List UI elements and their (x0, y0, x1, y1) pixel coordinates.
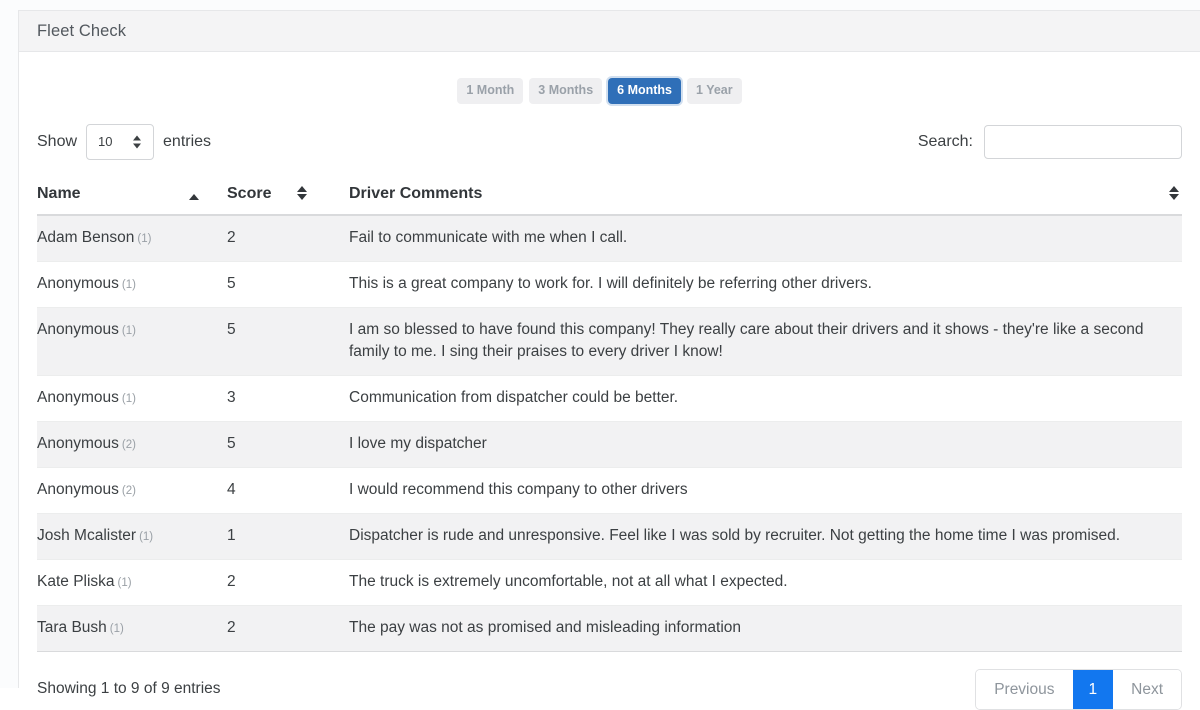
entries-label: entries (163, 132, 212, 150)
page-length-select[interactable]: 10 (86, 123, 155, 160)
table-row[interactable]: Anonymous (1) 5 This is a great company t… (37, 261, 1182, 308)
range-filter-6-months[interactable]: 6 Months (608, 78, 681, 104)
column-header-score[interactable]: Score (227, 174, 349, 216)
driver-name: Tara Bush (37, 618, 107, 636)
page-length-control: Show 10 entries (37, 123, 212, 160)
driver-name: Anonymous (37, 274, 119, 292)
cell-score: 5 (227, 307, 349, 376)
table-row[interactable]: Kate Pliska (1) 2 The truck is extremely … (37, 559, 1182, 606)
driver-review-count: (1) (121, 278, 136, 291)
range-filter-group: 1 Month 3 Months 6 Months 1 Year (37, 52, 1182, 104)
cell-name: Kate Pliska (1) (37, 559, 227, 606)
pagination: Previous 1 Next (975, 668, 1182, 710)
table-row[interactable]: Anonymous (1) 5 I am so blessed to have f… (37, 307, 1182, 376)
driver-review-count: (2) (121, 438, 136, 451)
table-header-row: Name Score Driver Comments (37, 174, 1182, 216)
driver-review-count: (1) (121, 392, 136, 405)
cell-name: Josh Mcalister (1) (37, 513, 227, 560)
driver-name: Anonymous (37, 320, 119, 338)
cell-score: 2 (227, 559, 349, 606)
page-root: Fleet Check 1 Month 3 Months 6 Months 1 … (0, 0, 1200, 710)
pagination-previous-button[interactable]: Previous (976, 669, 1073, 709)
sort-ascending-icon (189, 193, 199, 200)
cell-name: Anonymous (2) (37, 421, 227, 468)
cell-comment: I am so blessed to have found this compa… (349, 307, 1182, 376)
range-filter-1-year[interactable]: 1 Year (687, 78, 742, 104)
table-info: Showing 1 to 9 of 9 entries (37, 680, 221, 698)
cell-comment: I would recommend this company to other … (349, 467, 1182, 514)
driver-review-count: (1) (139, 530, 154, 543)
driver-name: Josh Mcalister (37, 526, 137, 544)
table-row[interactable]: Josh Mcalister (1) 1 Dispatcher is rude a… (37, 513, 1182, 560)
table-body: Adam Benson (1) 2 Fail to communicate wit… (37, 214, 1182, 652)
column-header-score-label: Score (227, 184, 272, 202)
cell-score: 2 (227, 214, 349, 262)
column-header-comments-label: Driver Comments (349, 184, 483, 202)
search-label: Search: (917, 132, 973, 150)
sort-both-icon (297, 185, 307, 200)
search-input[interactable] (984, 124, 1182, 159)
driver-review-count: (1) (117, 576, 132, 589)
pagination-page-1-button[interactable]: 1 (1072, 669, 1114, 709)
range-filter-3-months[interactable]: 3 Months (529, 78, 603, 104)
driver-name: Adam Benson (37, 228, 135, 246)
table-row[interactable]: Anonymous (2) 5 I love my dispatcher (37, 421, 1182, 468)
driver-comments-table: Name Score Driver Comments Adam Benson (… (37, 174, 1182, 652)
column-header-name-label: Name (37, 184, 81, 202)
cell-name: Adam Benson (1) (37, 214, 227, 262)
cell-comment: Fail to communicate with me when I call. (349, 214, 1182, 262)
cell-name: Tara Bush (1) (37, 605, 227, 652)
range-filter-1-month[interactable]: 1 Month (457, 78, 524, 104)
pagination-next-button[interactable]: Next (1113, 669, 1181, 709)
search-control: Search: (917, 124, 1182, 159)
cell-name: Anonymous (1) (37, 261, 227, 308)
cell-name: Anonymous (1) (37, 307, 227, 376)
driver-review-count: (1) (109, 622, 124, 635)
driver-review-count: (1) (137, 232, 152, 245)
cell-name: Anonymous (1) (37, 375, 227, 422)
driver-name: Anonymous (37, 388, 119, 406)
chevron-updown-icon (133, 135, 142, 148)
cell-comment: Communication from dispatcher could be b… (349, 375, 1182, 422)
driver-name: Kate Pliska (37, 572, 115, 590)
cell-score: 5 (227, 421, 349, 468)
cell-comment: Dispatcher is rude and unresponsive. Fee… (349, 513, 1182, 560)
cell-score: 3 (227, 375, 349, 422)
table-row[interactable]: Anonymous (2) 4 I would recommend this co… (37, 467, 1182, 514)
card-body: 1 Month 3 Months 6 Months 1 Year Show 10… (19, 52, 1200, 710)
sort-both-icon (1169, 185, 1179, 200)
column-header-comments[interactable]: Driver Comments (349, 174, 1182, 216)
table-footer: Showing 1 to 9 of 9 entries Previous 1 N… (37, 668, 1182, 710)
cell-score: 4 (227, 467, 349, 514)
cell-comment: The pay was not as promised and misleadi… (349, 605, 1182, 652)
show-label: Show (37, 132, 78, 150)
fleet-check-card: Fleet Check 1 Month 3 Months 6 Months 1 … (18, 10, 1200, 710)
cell-score: 5 (227, 261, 349, 308)
column-header-name[interactable]: Name (37, 174, 227, 216)
driver-review-count: (2) (121, 484, 136, 497)
table-row[interactable]: Tara Bush (1) 2 The pay was not as promis… (37, 605, 1182, 652)
cell-comment: I love my dispatcher (349, 421, 1182, 468)
card-header: Fleet Check (19, 11, 1200, 52)
table-controls: Show 10 entries Search: (37, 123, 1182, 161)
cell-comment: The truck is extremely uncomfortable, no… (349, 559, 1182, 606)
page-length-value: 10 (98, 134, 113, 149)
cell-score: 1 (227, 513, 349, 560)
driver-name: Anonymous (37, 434, 119, 452)
cell-score: 2 (227, 605, 349, 652)
table-row[interactable]: Adam Benson (1) 2 Fail to communicate wit… (37, 214, 1182, 262)
driver-name: Anonymous (37, 480, 119, 498)
cell-name: Anonymous (2) (37, 467, 227, 514)
table-header: Name Score Driver Comments (37, 174, 1182, 216)
page-title: Fleet Check (37, 21, 127, 40)
cell-comment: This is a great company to work for. I w… (349, 261, 1182, 308)
table-row[interactable]: Anonymous (1) 3 Communication from dispat… (37, 375, 1182, 422)
driver-review-count: (1) (121, 324, 136, 337)
